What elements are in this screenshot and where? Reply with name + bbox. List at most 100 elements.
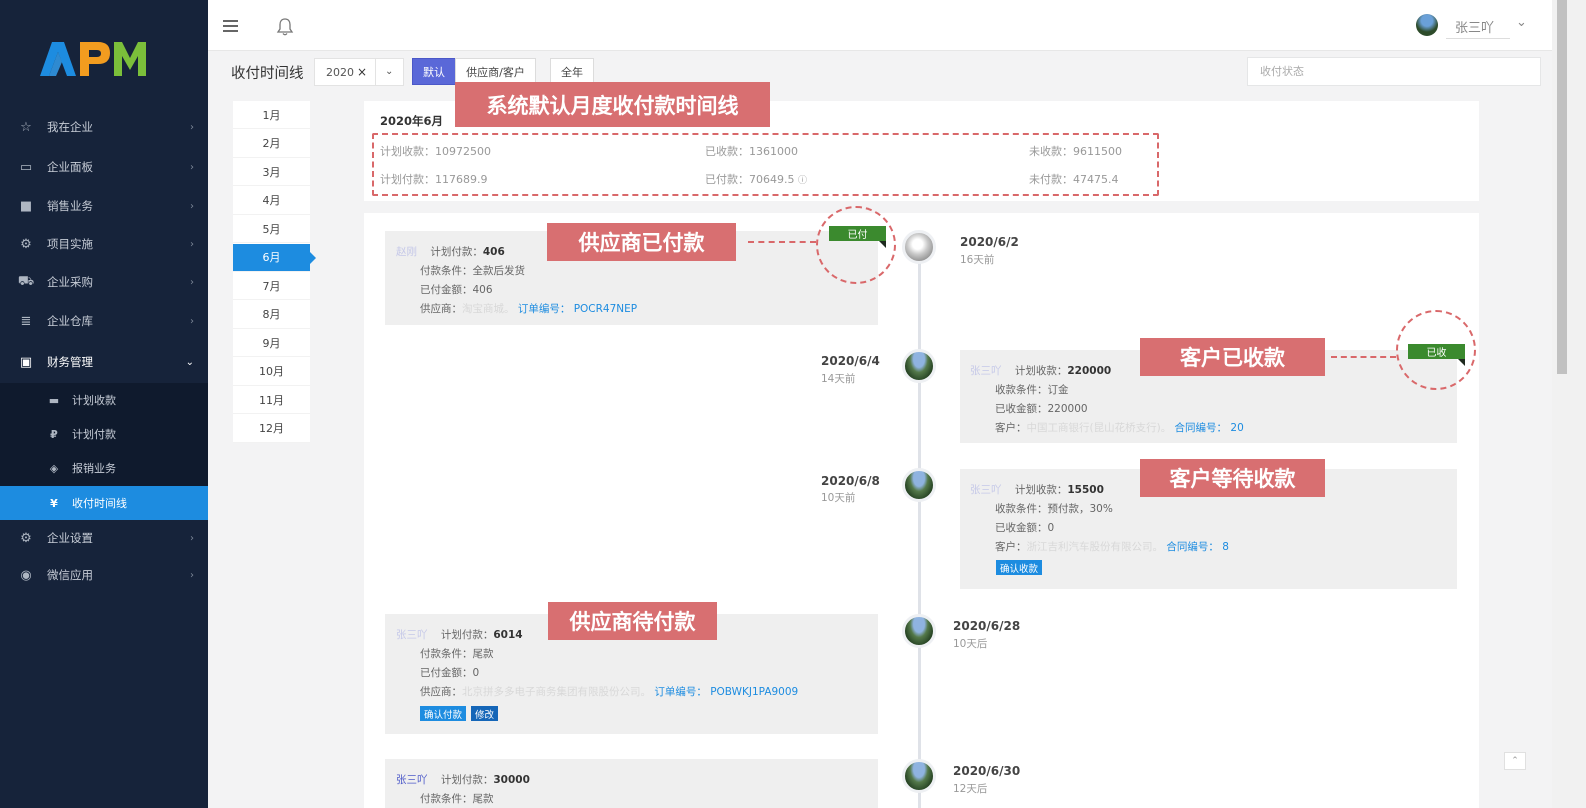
scrollbar-thumb[interactable] xyxy=(1557,0,1567,374)
menu-toggle-icon[interactable] xyxy=(223,20,238,33)
avatar xyxy=(902,759,936,793)
month-list: 1月 2月 3月 4月 5月 6月 7月 8月 9月 10月 11月 12月 xyxy=(233,101,316,443)
tab-supplier-customer[interactable]: 供应商/客户 xyxy=(455,58,536,85)
value: 406 xyxy=(472,284,493,296)
value: 尾款 xyxy=(472,648,494,660)
month-item[interactable]: 12月 xyxy=(233,415,310,443)
status-filter-input[interactable] xyxy=(1247,57,1541,86)
card-condition: 付款条件：尾款 xyxy=(420,791,494,806)
chevron-right-icon: › xyxy=(190,276,194,288)
year-select[interactable]: 2020 × ⌄ xyxy=(314,58,404,86)
user-name[interactable]: 张三吖 xyxy=(1446,13,1510,39)
avatar[interactable] xyxy=(1416,14,1438,36)
label: 计划收款： xyxy=(1014,484,1068,496)
gear-icon: ⚙ xyxy=(20,530,32,546)
sidebar-item-label: 我在企业 xyxy=(47,120,93,134)
month-item[interactable]: 10月 xyxy=(233,358,310,386)
sidebar-item-label: 企业设置 xyxy=(47,531,93,545)
confirm-receive-button[interactable]: 确认收款 xyxy=(996,560,1043,575)
chevron-down-icon[interactable]: ⌄ xyxy=(385,66,393,77)
label: 订单编号： xyxy=(654,686,707,698)
value: 8 xyxy=(1222,541,1229,553)
card-header: 张三吖 计划付款：30000 xyxy=(396,772,530,787)
sidebar-item-warehouse[interactable]: ≣ 企业仓库 › xyxy=(0,303,208,339)
briefcase-icon: ■ xyxy=(19,198,33,214)
full-year-button[interactable]: 全年 xyxy=(550,58,594,85)
card-done-amount: 已收金额：220000 xyxy=(995,401,1088,416)
month-item[interactable]: 11月 xyxy=(233,386,310,414)
contract-link[interactable]: 合同编号： 20 xyxy=(1175,422,1244,434)
value: 220000 xyxy=(1047,403,1088,415)
sidebar-item-dashboard[interactable]: ▭ 企业面板 › xyxy=(0,149,208,185)
timeline-date: 2020/6/30 xyxy=(953,764,1021,778)
year-value: 2020 xyxy=(326,66,354,79)
summary-title: 2020年6月 xyxy=(380,114,444,128)
chevron-right-icon: › xyxy=(190,315,194,327)
annotation-customer-waiting: 客户等待收款 xyxy=(1140,459,1325,497)
month-item[interactable]: 4月 xyxy=(233,187,310,215)
sidebar-item-sales[interactable]: ■ 销售业务 › xyxy=(0,188,208,224)
timeline-date: 2020/6/2 xyxy=(960,235,1019,249)
month-item[interactable]: 3月 xyxy=(233,158,310,186)
contract-link[interactable]: 合同编号： 8 xyxy=(1166,541,1229,553)
annotation-supplier-paid: 供应商已付款 xyxy=(547,223,736,261)
label: 计划付款： xyxy=(440,629,494,641)
card-done-amount: 已付金额：406 xyxy=(420,282,493,297)
tab-default[interactable]: 默认 xyxy=(412,58,456,85)
card-owner: 张三吖 xyxy=(396,629,428,641)
sidebar-item-projects[interactable]: ⚙ 项目实施 › xyxy=(0,226,208,262)
timeline-relative-time: 10天后 xyxy=(953,638,988,650)
sidebar-item-finance[interactable]: ▣ 财务管理 ⌄ xyxy=(0,344,208,380)
sidebar-subitem-plan-pay[interactable]: ₽ 计划付款 xyxy=(0,417,208,451)
bell-icon[interactable] xyxy=(276,17,294,37)
sidebar-subitem-label: 计划付款 xyxy=(72,428,116,441)
chevron-right-icon: › xyxy=(190,569,194,581)
timeline-date: 2020/6/4 xyxy=(821,354,880,368)
sidebar-item-wechat[interactable]: ◉ 微信应用 › xyxy=(0,557,208,593)
order-link[interactable]: 订单编号： POBWKJ1PA9009 xyxy=(654,686,798,698)
month-item[interactable]: 1月 xyxy=(233,101,310,129)
sidebar-item-my-enterprise[interactable]: ☆ 我在企业 › xyxy=(0,109,208,145)
chevron-down-icon[interactable]: ⌄ xyxy=(1516,15,1527,30)
sidebar-item-label: 销售业务 xyxy=(47,199,93,213)
confirm-pay-button[interactable]: 确认付款 xyxy=(420,706,467,721)
card-header: 张三吖 计划付款：6014 xyxy=(396,627,523,642)
order-link[interactable]: 订单编号： POCR47NEP xyxy=(518,303,637,315)
amount: 406 xyxy=(482,246,505,258)
label: 计划收款： xyxy=(1014,365,1068,377)
month-item[interactable]: 9月 xyxy=(233,329,310,357)
back-to-top-button[interactable]: ⌃ xyxy=(1504,752,1526,770)
value: 0 xyxy=(472,667,480,679)
avatar xyxy=(902,349,936,383)
amount: 30000 xyxy=(493,774,530,786)
value: 淘宝商城。 xyxy=(462,303,515,315)
label: 供应商： xyxy=(420,303,462,315)
edit-button[interactable]: 修改 xyxy=(471,706,499,721)
month-item[interactable]: 5月 xyxy=(233,215,310,243)
annotation-circle xyxy=(1396,310,1476,390)
month-item[interactable]: 8月 xyxy=(233,301,310,329)
card-owner: 张三吖 xyxy=(970,484,1002,496)
timeline-date: 2020/6/28 xyxy=(953,619,1021,633)
sidebar-item-purchase[interactable]: ⛟ 企业采购 › xyxy=(0,264,208,300)
amount: 15500 xyxy=(1067,484,1104,496)
sidebar-subitem-label: 报销业务 xyxy=(72,462,116,475)
timeline-date: 2020/6/8 xyxy=(821,474,880,488)
label: 收款条件： xyxy=(995,503,1048,515)
visa-icon: ▬ xyxy=(48,393,60,407)
month-item[interactable]: 2月 xyxy=(233,130,310,158)
label: 客户： xyxy=(995,422,1027,434)
timeline-relative-time: 14天前 xyxy=(821,373,856,385)
sidebar-subitem-plan-receive[interactable]: ▬ 计划收款 xyxy=(0,383,208,417)
sidebar-subitem-reimburse[interactable]: ◈ 报销业务 xyxy=(0,451,208,485)
timeline-relative-time: 16天前 xyxy=(960,254,995,266)
apm-logo[interactable] xyxy=(40,38,146,80)
sidebar-item-settings[interactable]: ⚙ 企业设置 › xyxy=(0,520,208,556)
label: 供应商： xyxy=(420,686,462,698)
sidebar-subitem-timeline[interactable]: ¥ 收付时间线 xyxy=(0,486,208,520)
clear-icon[interactable]: × xyxy=(357,65,367,79)
month-item-active[interactable]: 6月 xyxy=(233,243,316,272)
month-item[interactable]: 7月 xyxy=(233,272,310,300)
sidebar-subitem-label: 收付时间线 xyxy=(72,497,127,510)
value: 全款后发货 xyxy=(472,265,526,277)
